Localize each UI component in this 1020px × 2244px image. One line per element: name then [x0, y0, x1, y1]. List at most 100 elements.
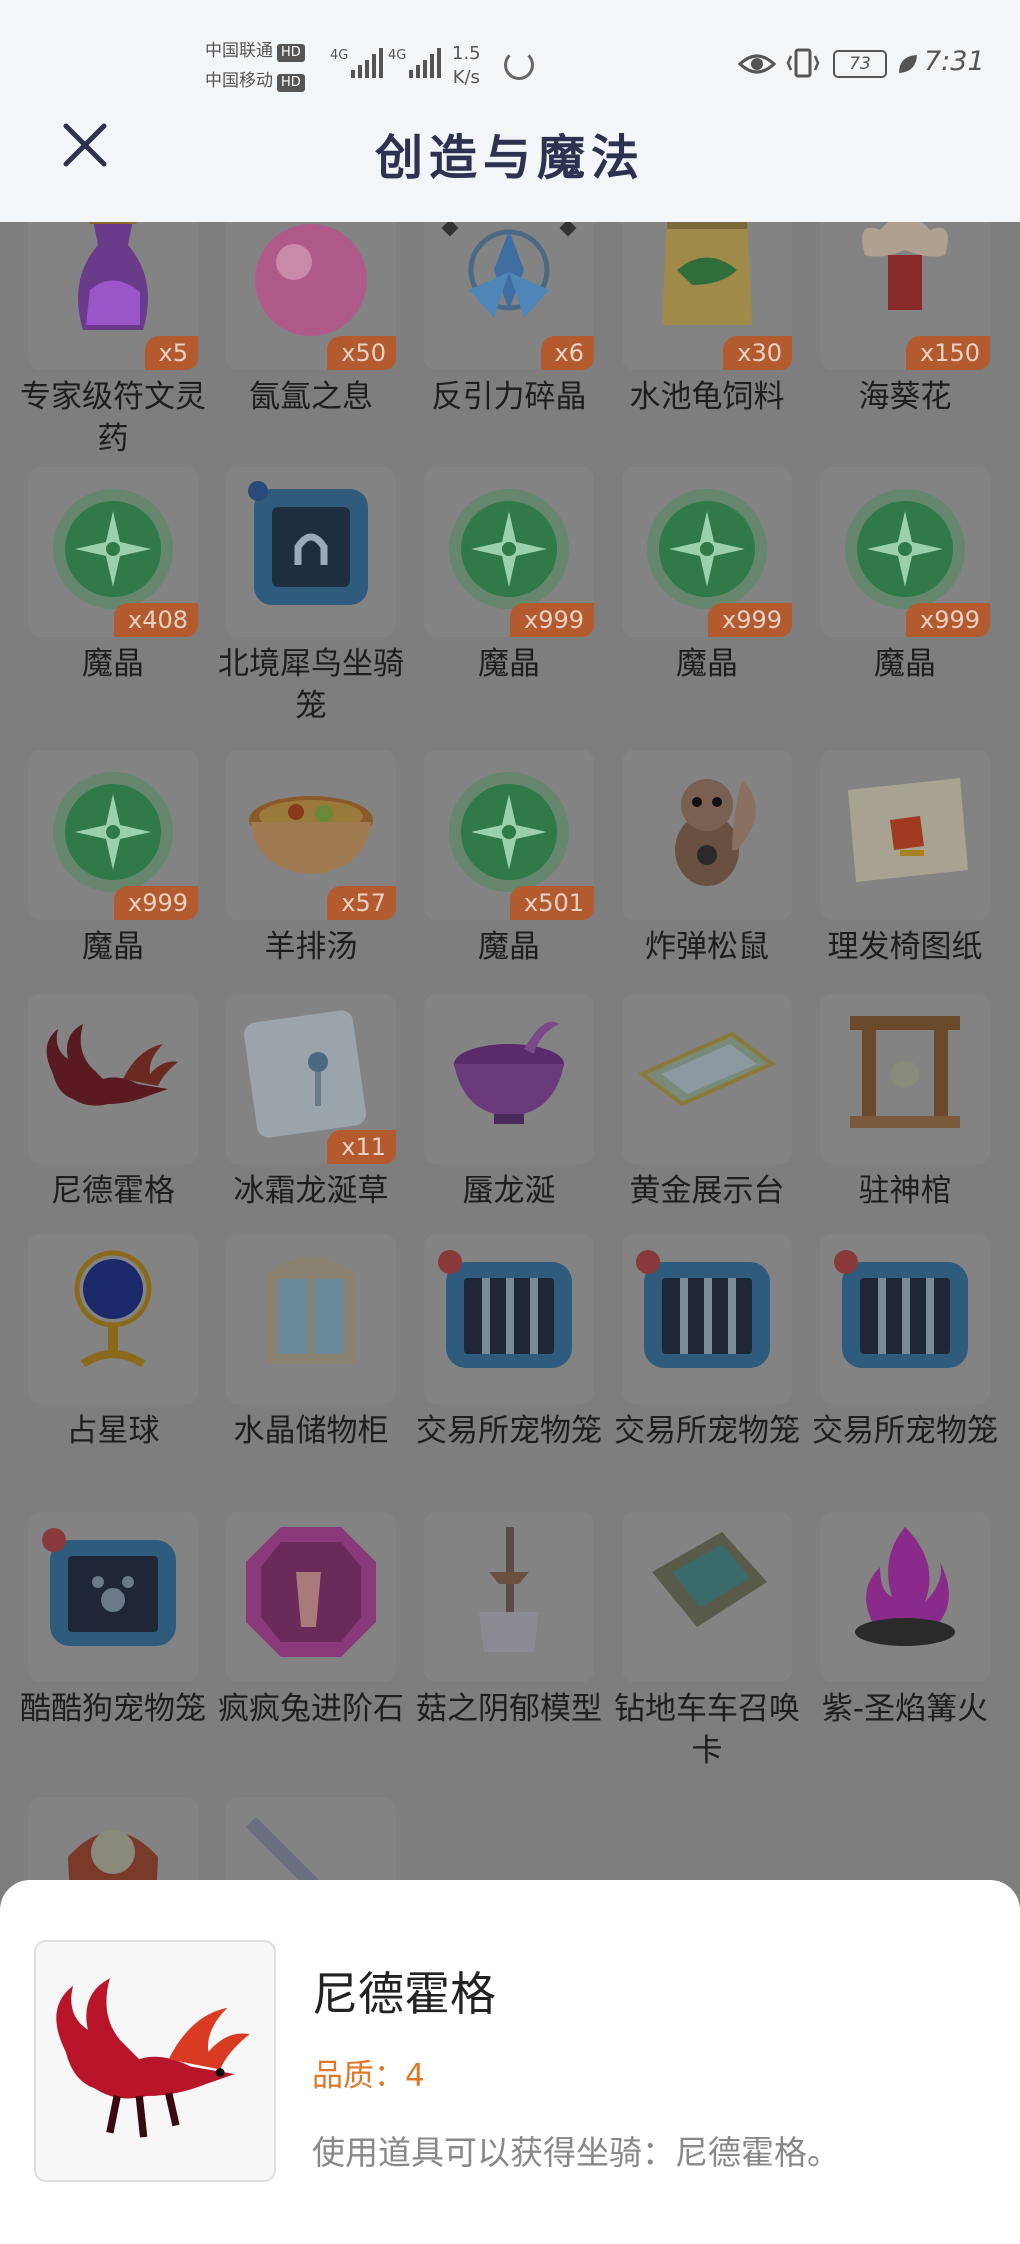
item-name: 疯疯兔进阶石: [218, 1691, 404, 1727]
item-cell[interactable]: [212, 1797, 410, 1882]
armor-figure-icon: [68, 1830, 158, 1882]
item-tile[interactable]: [622, 1512, 792, 1682]
quantity-badge: x6: [540, 336, 594, 370]
item-tile[interactable]: x6: [424, 222, 594, 370]
item-tile[interactable]: x999: [622, 467, 792, 637]
item-cell[interactable]: 钻地车车召唤卡: [608, 1512, 806, 1772]
item-name: 氤氲之息: [249, 379, 373, 415]
item-tile[interactable]: [424, 1512, 594, 1682]
dog-pet-cage-icon: [42, 1528, 176, 1646]
item-tile[interactable]: x999: [424, 467, 594, 637]
item-name: 魔晶: [676, 646, 738, 682]
item-cell[interactable]: x999 魔晶: [410, 467, 608, 685]
item-name: 魔晶: [478, 646, 540, 682]
item-tile[interactable]: [28, 994, 198, 1164]
item-name: 魔晶: [82, 929, 144, 965]
item-name: 魔晶: [478, 929, 540, 965]
item-tile[interactable]: [226, 1512, 396, 1682]
carrier-2: 中国移动: [205, 71, 273, 91]
item-tile[interactable]: x30: [622, 222, 792, 370]
item-tile[interactable]: [226, 1234, 396, 1404]
item-cell[interactable]: 紫-圣焰篝火: [806, 1512, 1004, 1730]
item-cell[interactable]: x30 水池龟饲料: [608, 222, 806, 418]
network-speed: 1.5 K/s: [452, 42, 481, 90]
item-tile[interactable]: [622, 994, 792, 1164]
item-name: 魔晶: [82, 646, 144, 682]
item-cell[interactable]: x999 魔晶: [608, 467, 806, 685]
item-cell[interactable]: 尼德霍格: [14, 994, 212, 1212]
item-tile[interactable]: [424, 1234, 594, 1404]
item-tile[interactable]: [28, 1797, 198, 1882]
item-tile[interactable]: x11: [226, 994, 396, 1164]
item-cell[interactable]: 黄金展示台: [608, 994, 806, 1212]
item-tile[interactable]: [226, 1797, 396, 1882]
item-tile[interactable]: [820, 1234, 990, 1404]
pet-cage-icon: [438, 1250, 572, 1368]
item-cell[interactable]: x408 魔晶: [14, 467, 212, 685]
item-tile[interactable]: [622, 1234, 792, 1404]
item-tile[interactable]: [226, 467, 396, 637]
item-cell[interactable]: 驻神棺: [806, 994, 1004, 1212]
item-tile[interactable]: x57: [226, 750, 396, 920]
quantity-badge: x999: [707, 603, 792, 637]
item-name: 羊排汤: [264, 929, 358, 965]
item-cell[interactable]: 疯疯兔进阶石: [212, 1512, 410, 1730]
item-cell[interactable]: x57 羊排汤: [212, 750, 410, 968]
quantity-badge: x999: [905, 603, 990, 637]
item-name: 专家级符文灵药: [20, 379, 206, 457]
item-tile[interactable]: x999: [820, 467, 990, 637]
item-tile[interactable]: [622, 750, 792, 920]
item-name: 交易所宠物笼: [614, 1413, 800, 1449]
item-cell[interactable]: 菇之阴郁模型: [410, 1512, 608, 1730]
item-tile[interactable]: x5: [28, 222, 198, 370]
item-tile[interactable]: x50: [226, 222, 396, 370]
purple-bonfire-icon: [855, 1527, 955, 1646]
item-name: 反引力碎晶: [431, 379, 587, 415]
status-bar: 中国联通 HD 中国移动 HD 4G 4G 1.5 K/s 73 7:31: [0, 0, 1020, 130]
rabbit-advance-stone-icon: [246, 1527, 376, 1657]
item-cell[interactable]: 酷酷狗宠物笼: [14, 1512, 212, 1730]
battery-icon: 73: [833, 50, 887, 78]
item-cell[interactable]: x5 专家级符文灵药: [14, 222, 212, 460]
mount-cage-icon: [248, 481, 368, 605]
item-name: 黄金展示台: [629, 1173, 785, 1209]
item-tile[interactable]: [424, 994, 594, 1164]
item-cell[interactable]: x6 反引力碎晶: [410, 222, 608, 418]
item-tile[interactable]: [28, 1234, 198, 1404]
item-cell[interactable]: 占星球: [14, 1234, 212, 1452]
item-cell[interactable]: x150 海葵花: [806, 222, 1004, 418]
item-cell[interactable]: 蜃龙涎: [410, 994, 608, 1212]
hd-badge: HD: [277, 44, 305, 62]
item-cell[interactable]: x999 魔晶: [14, 750, 212, 968]
item-cell[interactable]: 交易所宠物笼: [806, 1234, 1004, 1452]
item-cell[interactable]: 理发椅图纸: [806, 750, 1004, 968]
item-cell[interactable]: x501 魔晶: [410, 750, 608, 968]
item-name: 紫-圣焰篝火: [821, 1691, 989, 1727]
detail-item-name: 尼德霍格: [312, 1967, 496, 2021]
item-name: 占星球: [66, 1413, 160, 1449]
item-cell[interactable]: [14, 1797, 212, 1882]
item-tile[interactable]: [820, 750, 990, 920]
item-cell[interactable]: x50 氤氲之息: [212, 222, 410, 418]
item-tile[interactable]: [28, 1512, 198, 1682]
speed-unit: K/s: [452, 67, 480, 88]
item-tile[interactable]: x999: [28, 750, 198, 920]
hd-badge: HD: [277, 74, 305, 92]
shrine-gate-icon: [850, 1016, 960, 1128]
item-tile[interactable]: x501: [424, 750, 594, 920]
item-tile[interactable]: [820, 994, 990, 1164]
item-name: 炸弹松鼠: [645, 929, 769, 965]
item-cell[interactable]: 交易所宠物笼: [410, 1234, 608, 1452]
detail-item-quality: 品质：4: [312, 2058, 425, 2094]
item-cell[interactable]: x999 魔晶: [806, 467, 1004, 685]
item-cell[interactable]: 交易所宠物笼: [608, 1234, 806, 1452]
screen: 中国联通 HD 中国移动 HD 4G 4G 1.5 K/s 73 7:31 创造…: [0, 0, 1020, 2244]
item-tile[interactable]: x408: [28, 467, 198, 637]
item-cell[interactable]: x11 冰霜龙涎草: [212, 994, 410, 1212]
item-cell[interactable]: 水晶储物柜: [212, 1234, 410, 1452]
detail-item-image: [34, 1940, 276, 2182]
item-cell[interactable]: 北境犀鸟坐骑笼: [212, 467, 410, 727]
item-tile[interactable]: [820, 1512, 990, 1682]
item-cell[interactable]: 炸弹松鼠: [608, 750, 806, 968]
item-tile[interactable]: x150: [820, 222, 990, 370]
